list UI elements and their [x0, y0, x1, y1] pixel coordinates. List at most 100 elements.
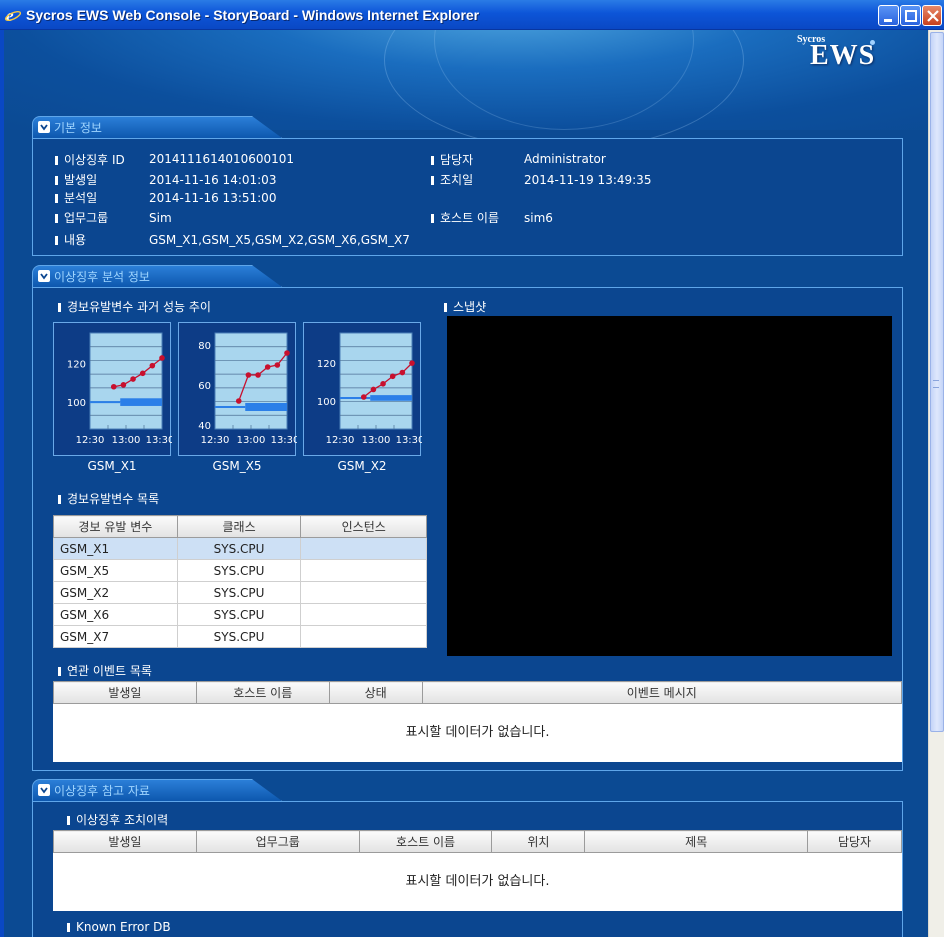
- table-cell: [300, 603, 427, 626]
- minimize-icon: [884, 19, 892, 22]
- bullet-icon: [58, 495, 61, 504]
- x-tick-label: 13:00: [112, 435, 141, 446]
- data-point: [245, 372, 252, 378]
- scrollbar-grip-icon: [933, 380, 939, 388]
- field-label: 이상징후 ID: [55, 151, 125, 168]
- history-table: 발생일 업무그룹 호스트 이름 위치 제목 담당자: [53, 830, 902, 853]
- table-cell: SYS.CPU: [176, 537, 302, 560]
- data-point: [159, 355, 165, 361]
- logo-dot-icon: [870, 40, 875, 45]
- ie-logo-icon: e: [4, 6, 22, 24]
- reference-panel: 이상징후 조치이력 발생일 업무그룹 호스트 이름 위치 제목 담당자 표시할 …: [32, 801, 903, 937]
- close-button[interactable]: [922, 5, 942, 26]
- column-header[interactable]: 발생일: [53, 830, 197, 853]
- section-reference-title: 이상징후 참고 자료: [54, 784, 150, 798]
- column-header[interactable]: 클래스: [176, 515, 302, 538]
- window-title: Sycros EWS Web Console - StoryBoard - Wi…: [26, 7, 480, 23]
- svg-text:e: e: [6, 6, 14, 24]
- column-header[interactable]: 제목: [584, 830, 809, 853]
- host-name-value: sim6: [524, 211, 553, 225]
- data-point: [409, 360, 415, 366]
- y-tick-label: 100: [67, 398, 86, 409]
- chevron-down-icon[interactable]: [38, 784, 50, 796]
- mini-chart-0[interactable]: 100 120 12:30 13:00 13:30: [53, 322, 172, 456]
- column-header[interactable]: 담당자: [807, 830, 902, 853]
- bullet-icon: [67, 923, 70, 932]
- y-tick-label: 100: [317, 397, 336, 408]
- x-tick-label: 13:30: [396, 435, 422, 446]
- data-point: [110, 383, 117, 390]
- trend-title: 경보유발변수 과거 성능 추이: [67, 300, 211, 314]
- table-row[interactable]: GSM_X1 SYS.CPU: [53, 537, 427, 560]
- known-error-title: Known Error DB: [76, 920, 171, 934]
- section-basic-info-title: 기본 정보: [54, 121, 102, 135]
- table-cell: GSM_X7: [53, 625, 178, 648]
- maximize-icon: [905, 10, 917, 22]
- y-tick-label: 80: [198, 341, 211, 352]
- table-row[interactable]: GSM_X5 SYS.CPU: [53, 559, 427, 582]
- plot-area: [339, 332, 413, 430]
- field-label: 조치일: [431, 171, 473, 188]
- data-point: [370, 386, 377, 393]
- x-tick-label: 12:30: [326, 435, 355, 446]
- data-point: [264, 364, 271, 370]
- logo-ews: EWS: [810, 40, 876, 71]
- y-tick-label: 40: [198, 421, 211, 432]
- column-header[interactable]: 상태: [328, 681, 423, 704]
- host-name-label: 호스트 이름: [440, 211, 500, 225]
- table-cell: [300, 559, 427, 582]
- section-analysis-header[interactable]: 이상징후 분석 정보: [32, 265, 292, 287]
- chart-name-1: GSM_X5: [212, 459, 262, 473]
- table-cell: [300, 625, 427, 648]
- event-list-title: 연관 이벤트 목록: [67, 664, 152, 678]
- mini-chart-1[interactable]: 40 60 80 12:30 13:00 13:30: [178, 322, 297, 456]
- snapshot-view[interactable]: [447, 316, 892, 656]
- owner-value: Administrator: [524, 152, 606, 166]
- plot-area: [89, 332, 163, 430]
- column-header[interactable]: 호스트 이름: [195, 681, 330, 704]
- column-header[interactable]: 위치: [491, 830, 586, 853]
- x-tick-label: 13:00: [237, 435, 266, 446]
- table-row[interactable]: GSM_X2 SYS.CPU: [53, 581, 427, 604]
- data-point: [235, 398, 242, 404]
- known-error-subtitle: Known Error DB: [67, 920, 171, 934]
- data-point: [274, 362, 281, 368]
- column-header[interactable]: 경보 유발 변수: [53, 515, 178, 538]
- data-point: [389, 373, 396, 380]
- chevron-down-icon[interactable]: [38, 270, 50, 282]
- minimize-button[interactable]: [878, 5, 899, 26]
- mini-chart-2[interactable]: 100 120 12:30 13:00 13:30: [303, 322, 422, 456]
- table-cell: [300, 581, 427, 604]
- column-header[interactable]: 업무그룹: [195, 830, 360, 853]
- var-list-subtitle: 경보유발변수 목록: [58, 490, 159, 507]
- analysis-panel: 경보유발변수 과거 성능 추이 스냅샷 100 120 12:30 13:00 13:3…: [32, 287, 903, 771]
- x-tick-label: 13:30: [271, 435, 297, 446]
- work-group-value: Sim: [149, 211, 172, 225]
- basic-info-panel: 이상징후 ID 20141116140106001​01 발생일 2014-11…: [32, 138, 903, 256]
- column-header[interactable]: 호스트 이름: [358, 830, 493, 853]
- maximize-button[interactable]: [900, 5, 921, 26]
- event-empty-message: 표시할 데이터가 없습니다.: [53, 704, 902, 762]
- table-row[interactable]: GSM_X6 SYS.CPU: [53, 603, 427, 626]
- chevron-down-icon[interactable]: [38, 121, 50, 133]
- table-row[interactable]: GSM_X7 SYS.CPU: [53, 625, 427, 648]
- column-header[interactable]: 발생일: [53, 681, 197, 704]
- bullet-icon: [55, 214, 58, 223]
- page-content: Sycros EWS 기본 정보 이상징후 ID 201411161401060…: [4, 30, 928, 937]
- vertical-scrollbar[interactable]: [928, 30, 944, 937]
- table-cell: SYS.CPU: [176, 603, 302, 626]
- section-reference-header[interactable]: 이상징후 참고 자료: [32, 779, 292, 801]
- column-header[interactable]: 이벤트 메시지: [421, 681, 903, 704]
- data-point: [399, 369, 406, 376]
- event-table: 발생일 호스트 이름 상태 이벤트 메시지: [53, 681, 903, 704]
- history-subtitle: 이상징후 조치이력: [67, 811, 168, 828]
- data-point: [255, 372, 261, 378]
- table-cell: GSM_X6: [53, 603, 178, 626]
- column-header[interactable]: 인스턴스: [300, 515, 427, 538]
- action-date-value: 2014-11-19 13:49:35: [524, 173, 652, 187]
- window-titlebar: e Sycros EWS Web Console - StoryBoard - …: [0, 0, 944, 30]
- section-basic-info-header[interactable]: 기본 정보: [32, 116, 292, 138]
- field-label: 내용: [55, 231, 86, 248]
- owner-label: 담당자: [440, 153, 474, 167]
- work-group-label: 업무그룹: [64, 211, 109, 225]
